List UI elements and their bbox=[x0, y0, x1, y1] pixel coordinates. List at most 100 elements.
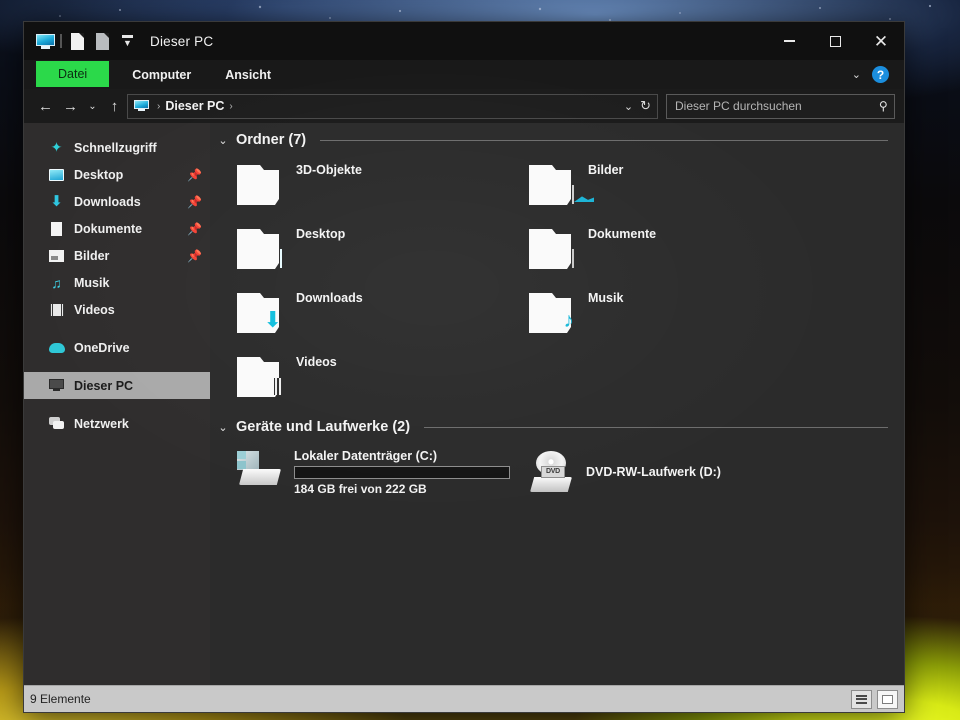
folder-downloads-icon: ⬇ bbox=[235, 291, 284, 335]
drive-name: Lokaler Datenträger (C:) bbox=[294, 448, 438, 463]
item-label: Desktop bbox=[296, 227, 346, 241]
search-icon[interactable]: ⚲ bbox=[879, 99, 888, 113]
pin-icon[interactable]: 📌 bbox=[187, 222, 202, 236]
dvd-label: DVD bbox=[541, 466, 565, 478]
group-divider bbox=[424, 426, 888, 428]
sidebar-item-desktop[interactable]: Desktop 📌 bbox=[24, 161, 210, 188]
help-icon[interactable]: ? bbox=[872, 66, 889, 83]
sidebar-item-onedrive[interactable]: OneDrive bbox=[24, 334, 210, 361]
sidebar-item-label: Netzwerk bbox=[74, 416, 129, 431]
folder-3d-objects-icon bbox=[235, 163, 284, 207]
large-icons-view-button[interactable] bbox=[877, 689, 898, 709]
chevron-down-icon[interactable]: ⌄ bbox=[217, 421, 229, 434]
breadcrumb-separator[interactable]: › bbox=[224, 101, 237, 112]
sidebar-item-label: Videos bbox=[74, 302, 115, 317]
search-input[interactable] bbox=[673, 98, 880, 114]
sidebar-item-label: Dokumente bbox=[74, 221, 143, 236]
sidebar-item-label: Schnellzugriff bbox=[74, 140, 157, 155]
sidebar-item-label: Dieser PC bbox=[74, 378, 134, 393]
breadcrumb-item-dieser-pc[interactable]: Dieser PC bbox=[165, 99, 224, 113]
folder-documents-icon bbox=[527, 227, 576, 271]
quick-access-toolbar: ▼ bbox=[24, 32, 137, 50]
sidebar-item-dokumente[interactable]: Dokumente 📌 bbox=[24, 215, 210, 242]
item-count-label: 9 Elemente bbox=[30, 692, 91, 706]
sidebar-item-dieser-pc[interactable]: Dieser PC bbox=[24, 372, 210, 399]
item-label: Musik bbox=[588, 291, 624, 305]
list-item[interactable]: Videos bbox=[224, 345, 516, 409]
ribbon-tab-bar: Datei Computer Ansicht ⌄ ? bbox=[24, 60, 904, 89]
new-folder-icon[interactable] bbox=[92, 32, 112, 50]
sidebar-item-videos[interactable]: Videos bbox=[24, 296, 210, 323]
star-icon: ✦ bbox=[50, 139, 63, 155]
toolbar-divider bbox=[60, 34, 62, 48]
navigation-pane: ✦ Schnellzugriff Desktop 📌 ⬇ Downloads 📌… bbox=[24, 123, 210, 685]
breadcrumb-separator: › bbox=[157, 100, 161, 112]
chevron-down-icon[interactable]: ⌄ bbox=[217, 134, 229, 147]
pictures-icon bbox=[48, 248, 65, 263]
sidebar-item-bilder[interactable]: Bilder 📌 bbox=[24, 242, 210, 269]
chevron-down-icon[interactable]: ⌄ bbox=[852, 68, 861, 81]
drive-grid: Lokaler Datenträger (C:) 184 GB frei von… bbox=[210, 440, 904, 504]
close-button[interactable]: ✕ bbox=[858, 22, 904, 60]
file-explorer-window: ▼ Dieser PC ✕ Datei Computer Ansicht ⌄ ?… bbox=[24, 22, 904, 712]
view-toggle-group bbox=[851, 689, 898, 709]
list-item[interactable]: ♪ Musik bbox=[516, 281, 808, 345]
sidebar-item-schnellzugriff[interactable]: ✦ Schnellzugriff bbox=[24, 134, 210, 161]
tab-computer[interactable]: Computer bbox=[115, 60, 208, 89]
customize-chevron-icon[interactable]: ▼ bbox=[117, 32, 137, 50]
pc-icon bbox=[48, 378, 65, 393]
list-item[interactable]: Desktop bbox=[224, 217, 516, 281]
search-box[interactable]: ⚲ bbox=[666, 93, 895, 119]
list-item[interactable]: Dokumente bbox=[516, 217, 808, 281]
details-view-button[interactable] bbox=[851, 689, 872, 709]
group-header-geraete[interactable]: ⌄ Geräte und Laufwerke (2) bbox=[210, 419, 904, 435]
tab-ansicht[interactable]: Ansicht bbox=[208, 60, 288, 89]
sidebar-item-label: Desktop bbox=[74, 167, 124, 182]
item-label: Videos bbox=[296, 355, 337, 369]
back-button[interactable]: ← bbox=[33, 94, 58, 119]
item-label: Downloads bbox=[296, 291, 363, 305]
group-header-ordner[interactable]: ⌄ Ordner (7) bbox=[210, 132, 904, 148]
chevron-down-icon[interactable]: ⌄ bbox=[624, 100, 633, 113]
status-bar: 9 Elemente bbox=[24, 685, 904, 712]
list-item[interactable]: ⬇ Downloads bbox=[224, 281, 516, 345]
drive-info: Lokaler Datenträger (C:) 184 GB frei von… bbox=[294, 449, 510, 496]
pin-icon[interactable]: 📌 bbox=[187, 249, 202, 263]
item-label: 3D-Objekte bbox=[296, 163, 362, 177]
folder-videos-icon bbox=[235, 355, 284, 399]
pc-icon[interactable] bbox=[35, 32, 55, 50]
address-input[interactable]: › Dieser PC › ⌄ ↻ bbox=[127, 93, 658, 119]
refresh-icon[interactable]: ↻ bbox=[640, 98, 651, 114]
sidebar-item-musik[interactable]: ♫ Musik bbox=[24, 269, 210, 296]
window-title: Dieser PC bbox=[150, 33, 214, 49]
drive-info: DVD-RW-Laufwerk (D:) bbox=[586, 465, 721, 479]
music-icon: ♫ bbox=[51, 274, 62, 291]
properties-icon[interactable] bbox=[67, 32, 87, 50]
list-item[interactable]: Bilder bbox=[516, 153, 808, 217]
sidebar-item-netzwerk[interactable]: Netzwerk bbox=[24, 410, 210, 437]
list-item[interactable]: DVD DVD-RW-Laufwerk (D:) bbox=[516, 440, 808, 504]
tab-datei[interactable]: Datei bbox=[36, 61, 110, 87]
forward-button[interactable]: → bbox=[58, 94, 83, 119]
list-item[interactable]: 3D-Objekte bbox=[224, 153, 516, 217]
pin-icon[interactable]: 📌 bbox=[187, 195, 202, 209]
pin-icon[interactable]: 📌 bbox=[187, 168, 202, 182]
window-body: ✦ Schnellzugriff Desktop 📌 ⬇ Downloads 📌… bbox=[24, 123, 904, 685]
folder-music-icon: ♪ bbox=[527, 291, 576, 335]
sidebar-item-downloads[interactable]: ⬇ Downloads 📌 bbox=[24, 188, 210, 215]
recent-locations-button[interactable]: ⌄ bbox=[83, 94, 102, 119]
up-button[interactable]: ↑ bbox=[102, 94, 127, 119]
sidebar-item-label: Downloads bbox=[74, 194, 141, 209]
document-icon bbox=[48, 221, 65, 236]
minimize-button[interactable] bbox=[766, 22, 812, 60]
group-title: Geräte und Laufwerke (2) bbox=[236, 419, 411, 435]
title-bar: ▼ Dieser PC ✕ bbox=[24, 22, 904, 60]
hard-drive-icon bbox=[235, 447, 285, 487]
video-icon bbox=[48, 302, 65, 317]
pc-icon bbox=[134, 100, 149, 112]
list-item[interactable]: Lokaler Datenträger (C:) 184 GB frei von… bbox=[224, 440, 516, 504]
maximize-button[interactable] bbox=[812, 22, 858, 60]
sidebar-item-label: Bilder bbox=[74, 248, 110, 263]
